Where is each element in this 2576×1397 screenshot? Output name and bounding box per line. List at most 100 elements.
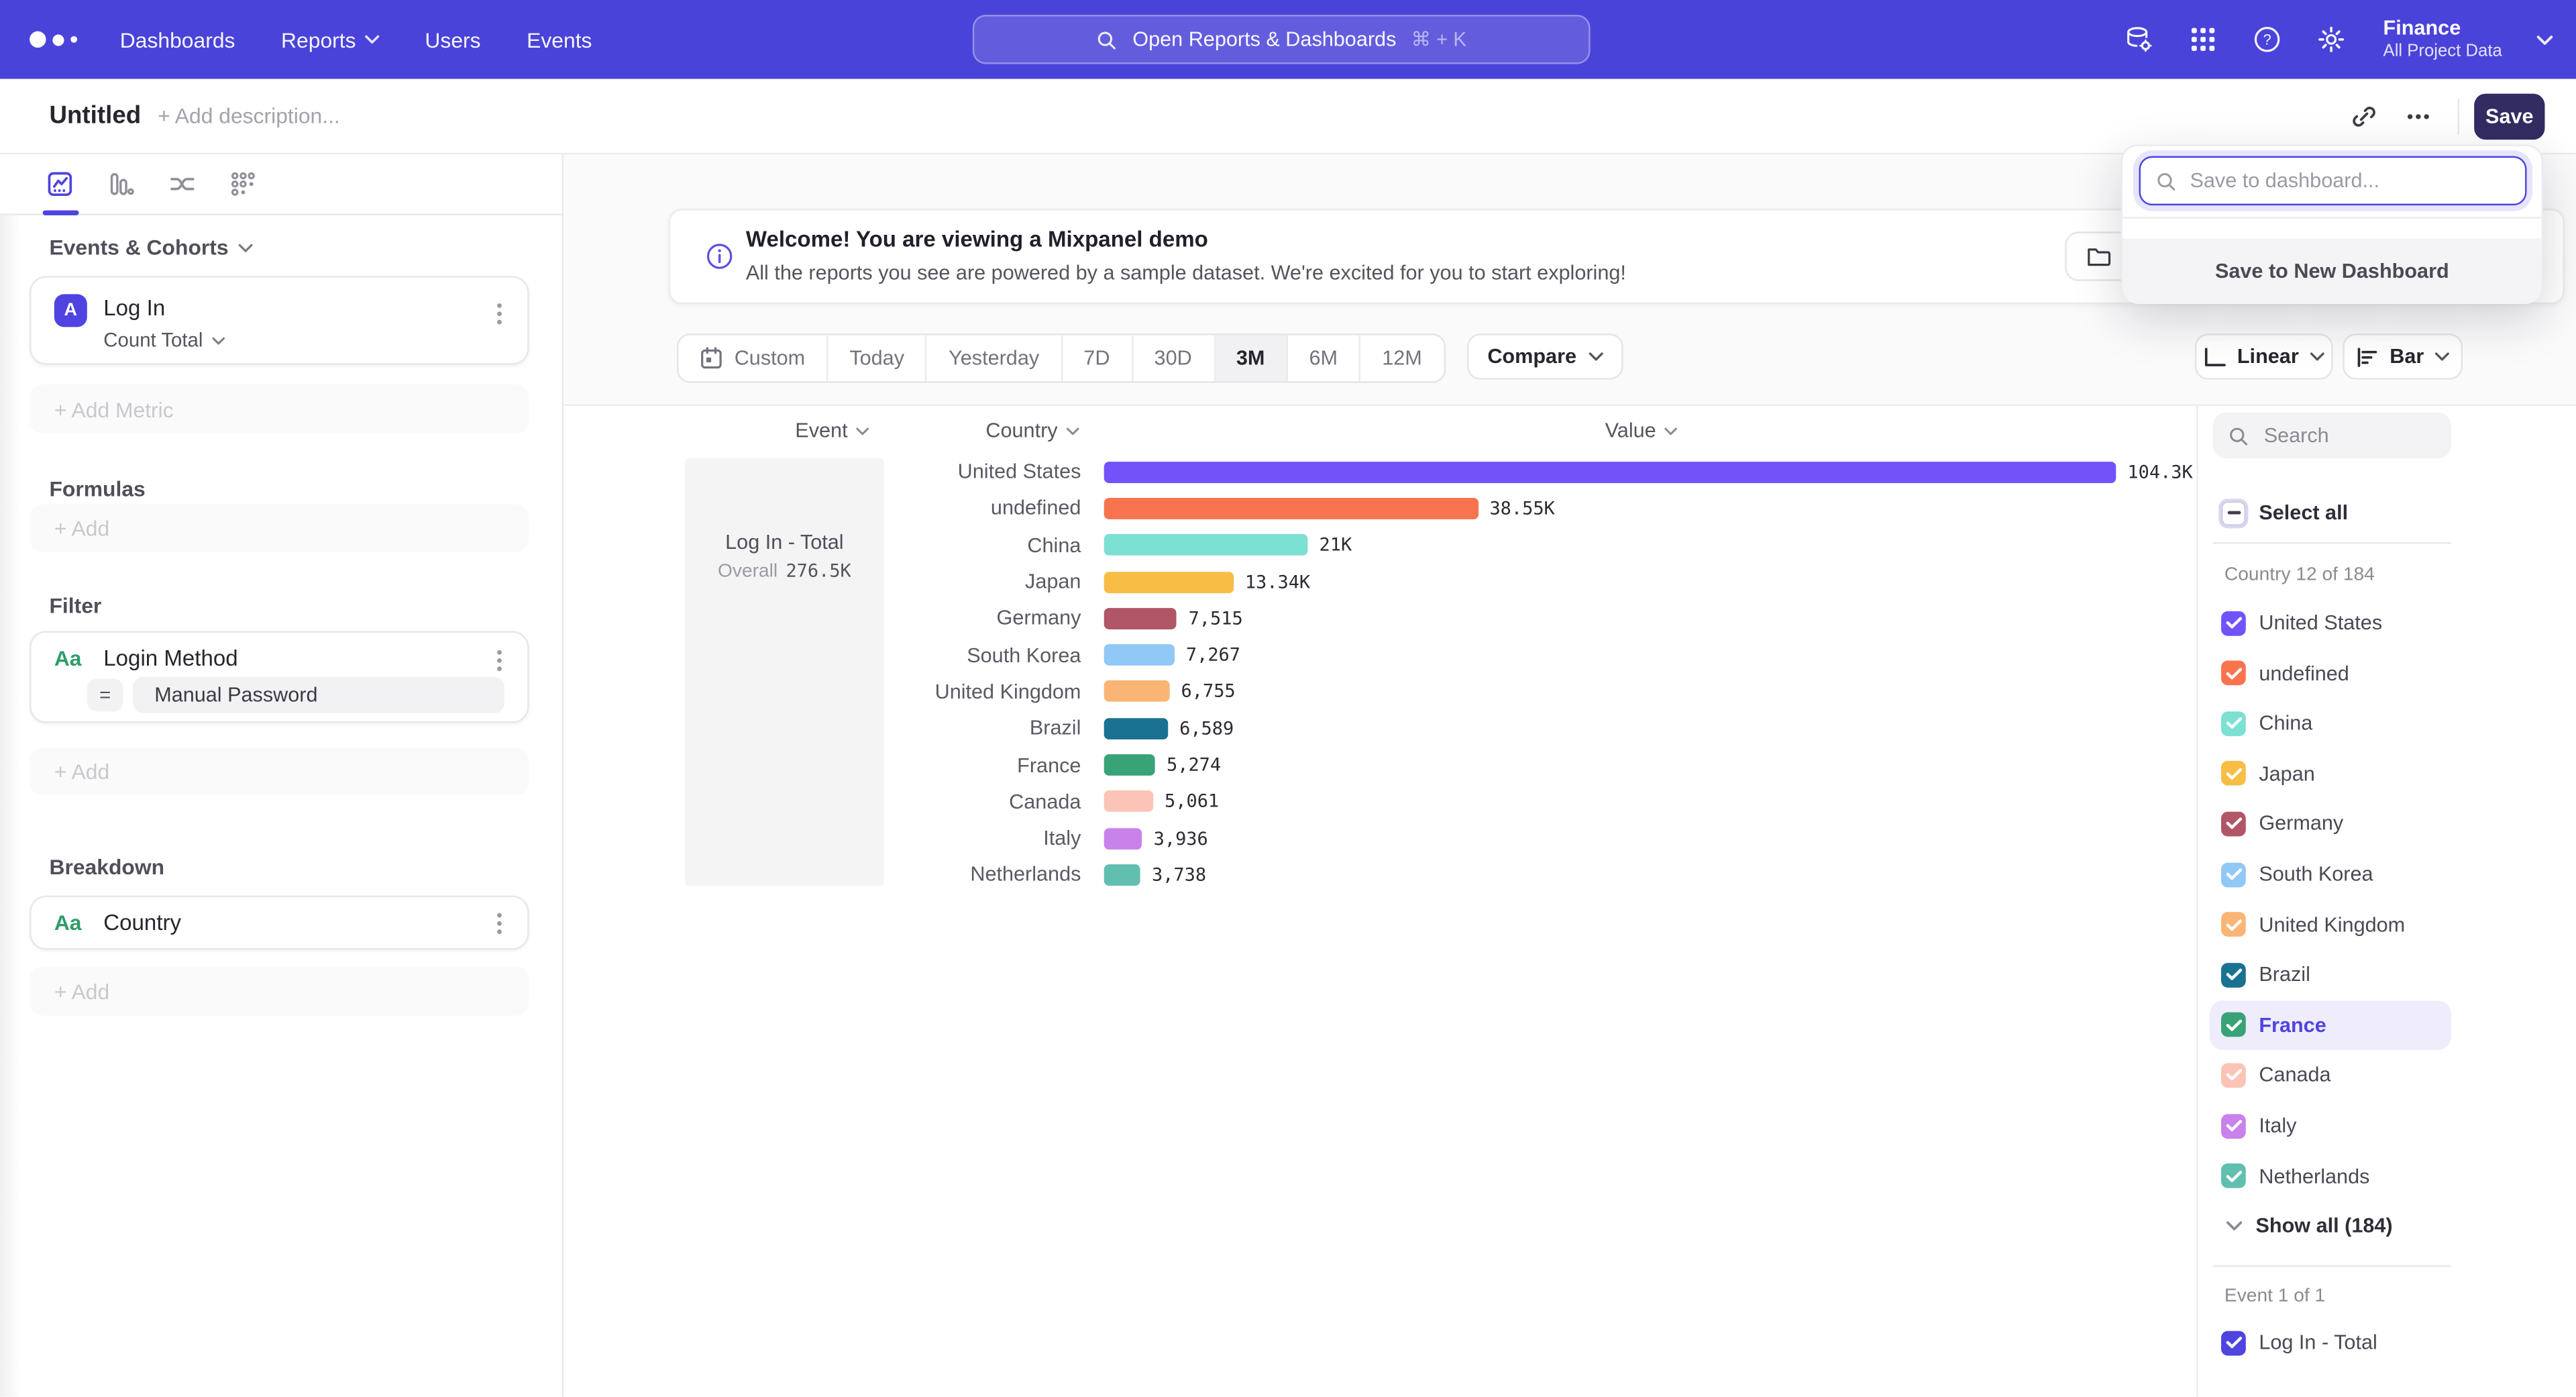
chevron-down-icon: [2435, 352, 2450, 362]
bar-segment[interactable]: [1104, 827, 1142, 849]
help-icon[interactable]: ?: [2252, 25, 2282, 54]
country-row-japan[interactable]: Japan: [2210, 749, 2451, 798]
metric-card-log-in[interactable]: A Log In Count Total: [30, 276, 529, 364]
event-checkbox[interactable]: [2221, 1330, 2246, 1355]
range-6m[interactable]: 6M: [1288, 335, 1361, 382]
chevron-down-icon[interactable]: [2536, 34, 2553, 45]
country-checkbox-label: United States: [2259, 611, 2382, 634]
bar-segment[interactable]: [1104, 681, 1170, 703]
select-all-checkbox[interactable]: [2221, 501, 2246, 525]
country-checkbox[interactable]: [2221, 1163, 2246, 1188]
tab-insights[interactable]: [46, 154, 76, 215]
bar-segment[interactable]: [1104, 571, 1234, 592]
add-filter-button[interactable]: + Add: [30, 747, 529, 795]
add-formula-button[interactable]: + Add: [30, 505, 529, 552]
bar-segment[interactable]: [1104, 864, 1140, 886]
filter-value-dropdown[interactable]: Manual Password: [133, 677, 504, 713]
country-row-south-korea[interactable]: South Korea: [2210, 849, 2451, 898]
nav-item-users[interactable]: Users: [425, 27, 480, 52]
kebab-menu-icon[interactable]: [488, 301, 511, 327]
range-12m[interactable]: 12M: [1360, 335, 1443, 382]
project-switcher[interactable]: Finance All Project Data: [2383, 16, 2502, 63]
filter-card-login-method[interactable]: Aa Login Method = Manual Password: [30, 631, 529, 723]
events-cohorts-header[interactable]: Events & Cohorts: [49, 235, 253, 260]
country-checkbox[interactable]: [2221, 962, 2246, 987]
country-checkbox[interactable]: [2221, 1113, 2246, 1138]
country-checkbox[interactable]: [2221, 711, 2246, 736]
column-header-value[interactable]: Value: [1605, 419, 1678, 442]
kebab-menu-icon[interactable]: [488, 911, 511, 937]
country-row-germany[interactable]: Germany: [2210, 799, 2451, 848]
country-row-france[interactable]: France: [2210, 1000, 2451, 1049]
nav-item-reports[interactable]: Reports: [281, 27, 379, 52]
mixpanel-logo-icon[interactable]: [30, 32, 77, 48]
bar-segment[interactable]: [1104, 791, 1153, 813]
show-all-button[interactable]: Show all (184): [2210, 1201, 2451, 1250]
select-all-row[interactable]: Select all: [2210, 488, 2451, 537]
bar-segment[interactable]: [1104, 644, 1175, 666]
column-header-event[interactable]: Event: [795, 419, 869, 442]
bar-segment[interactable]: [1104, 754, 1155, 776]
save-button[interactable]: Save: [2474, 94, 2544, 140]
global-search-button[interactable]: Open Reports & Dashboards ⌘ + K: [973, 15, 1591, 64]
tab-flows[interactable]: [168, 154, 197, 215]
country-row-canada[interactable]: Canada: [2210, 1051, 2451, 1100]
country-checkbox[interactable]: [2221, 812, 2246, 837]
column-header-country[interactable]: Country: [985, 419, 1079, 442]
save-to-new-dashboard-option[interactable]: Save to New Dashboard: [2123, 238, 2541, 304]
bar-segment[interactable]: [1104, 608, 1177, 629]
range-3m[interactable]: 3M: [1215, 335, 1288, 382]
copy-link-icon[interactable]: [2351, 103, 2377, 130]
apps-grid-icon[interactable]: [2188, 25, 2217, 54]
country-checkbox[interactable]: [2221, 762, 2246, 786]
country-checkbox[interactable]: [2221, 912, 2246, 937]
add-breakdown-button[interactable]: + Add: [30, 966, 529, 1015]
country-checkbox[interactable]: [2221, 1063, 2246, 1088]
country-row-italy[interactable]: Italy: [2210, 1101, 2451, 1150]
country-row-united-kingdom[interactable]: United Kingdom: [2210, 900, 2451, 949]
metric-name[interactable]: Log In: [103, 296, 165, 321]
segment-search[interactable]: [2213, 413, 2451, 459]
add-metric-button[interactable]: + Add Metric: [30, 384, 529, 433]
save-dashboard-search[interactable]: [2139, 156, 2527, 205]
segment-search-input[interactable]: [2261, 422, 2432, 448]
country-checkbox[interactable]: [2221, 661, 2246, 686]
filter-operator-dropdown[interactable]: =: [87, 678, 123, 711]
scale-dropdown[interactable]: Linear: [2195, 333, 2333, 380]
filter-property-name[interactable]: Login Method: [103, 645, 237, 670]
range-7d[interactable]: 7D: [1062, 335, 1132, 382]
tab-funnels[interactable]: [107, 154, 136, 215]
range-30d[interactable]: 30D: [1133, 335, 1215, 382]
bar-segment[interactable]: [1104, 718, 1168, 739]
report-title[interactable]: Untitled: [49, 102, 141, 130]
tab-retention[interactable]: [228, 154, 258, 215]
country-row-china[interactable]: China: [2210, 698, 2451, 747]
country-row-undefined[interactable]: undefined: [2210, 648, 2451, 697]
range-custom[interactable]: Custom: [678, 335, 828, 382]
nav-item-events[interactable]: Events: [527, 27, 592, 52]
country-checkbox[interactable]: [2221, 862, 2246, 886]
range-yesterday[interactable]: Yesterday: [927, 335, 1062, 382]
bar-segment[interactable]: [1104, 498, 1479, 519]
country-row-brazil[interactable]: Brazil: [2210, 950, 2451, 999]
chart-type-dropdown[interactable]: Bar: [2343, 333, 2463, 380]
settings-gear-icon[interactable]: [2316, 25, 2345, 54]
event-checkbox-row[interactable]: Log In - Total: [2210, 1318, 2451, 1367]
nav-item-dashboards[interactable]: Dashboards: [120, 27, 235, 52]
country-checkbox[interactable]: [2221, 1013, 2246, 1037]
country-row-united-states[interactable]: United States: [2210, 598, 2451, 647]
more-options-icon[interactable]: [2405, 103, 2431, 130]
add-description-button[interactable]: + Add description...: [158, 103, 340, 128]
compare-button[interactable]: Compare: [1467, 333, 1623, 380]
metric-aggregation-dropdown[interactable]: Count Total: [103, 329, 224, 352]
bar-segment[interactable]: [1104, 461, 2116, 482]
breakdown-property-name[interactable]: Country: [103, 911, 181, 935]
bar-segment[interactable]: [1104, 534, 1308, 556]
country-row-netherlands[interactable]: Netherlands: [2210, 1151, 2451, 1200]
country-checkbox[interactable]: [2221, 611, 2246, 635]
breakdown-card-country[interactable]: Aa Country: [30, 896, 529, 950]
range-today[interactable]: Today: [828, 335, 927, 382]
kebab-menu-icon[interactable]: [488, 648, 511, 674]
data-management-icon[interactable]: [2124, 25, 2153, 54]
save-dashboard-input[interactable]: [2187, 168, 2489, 194]
